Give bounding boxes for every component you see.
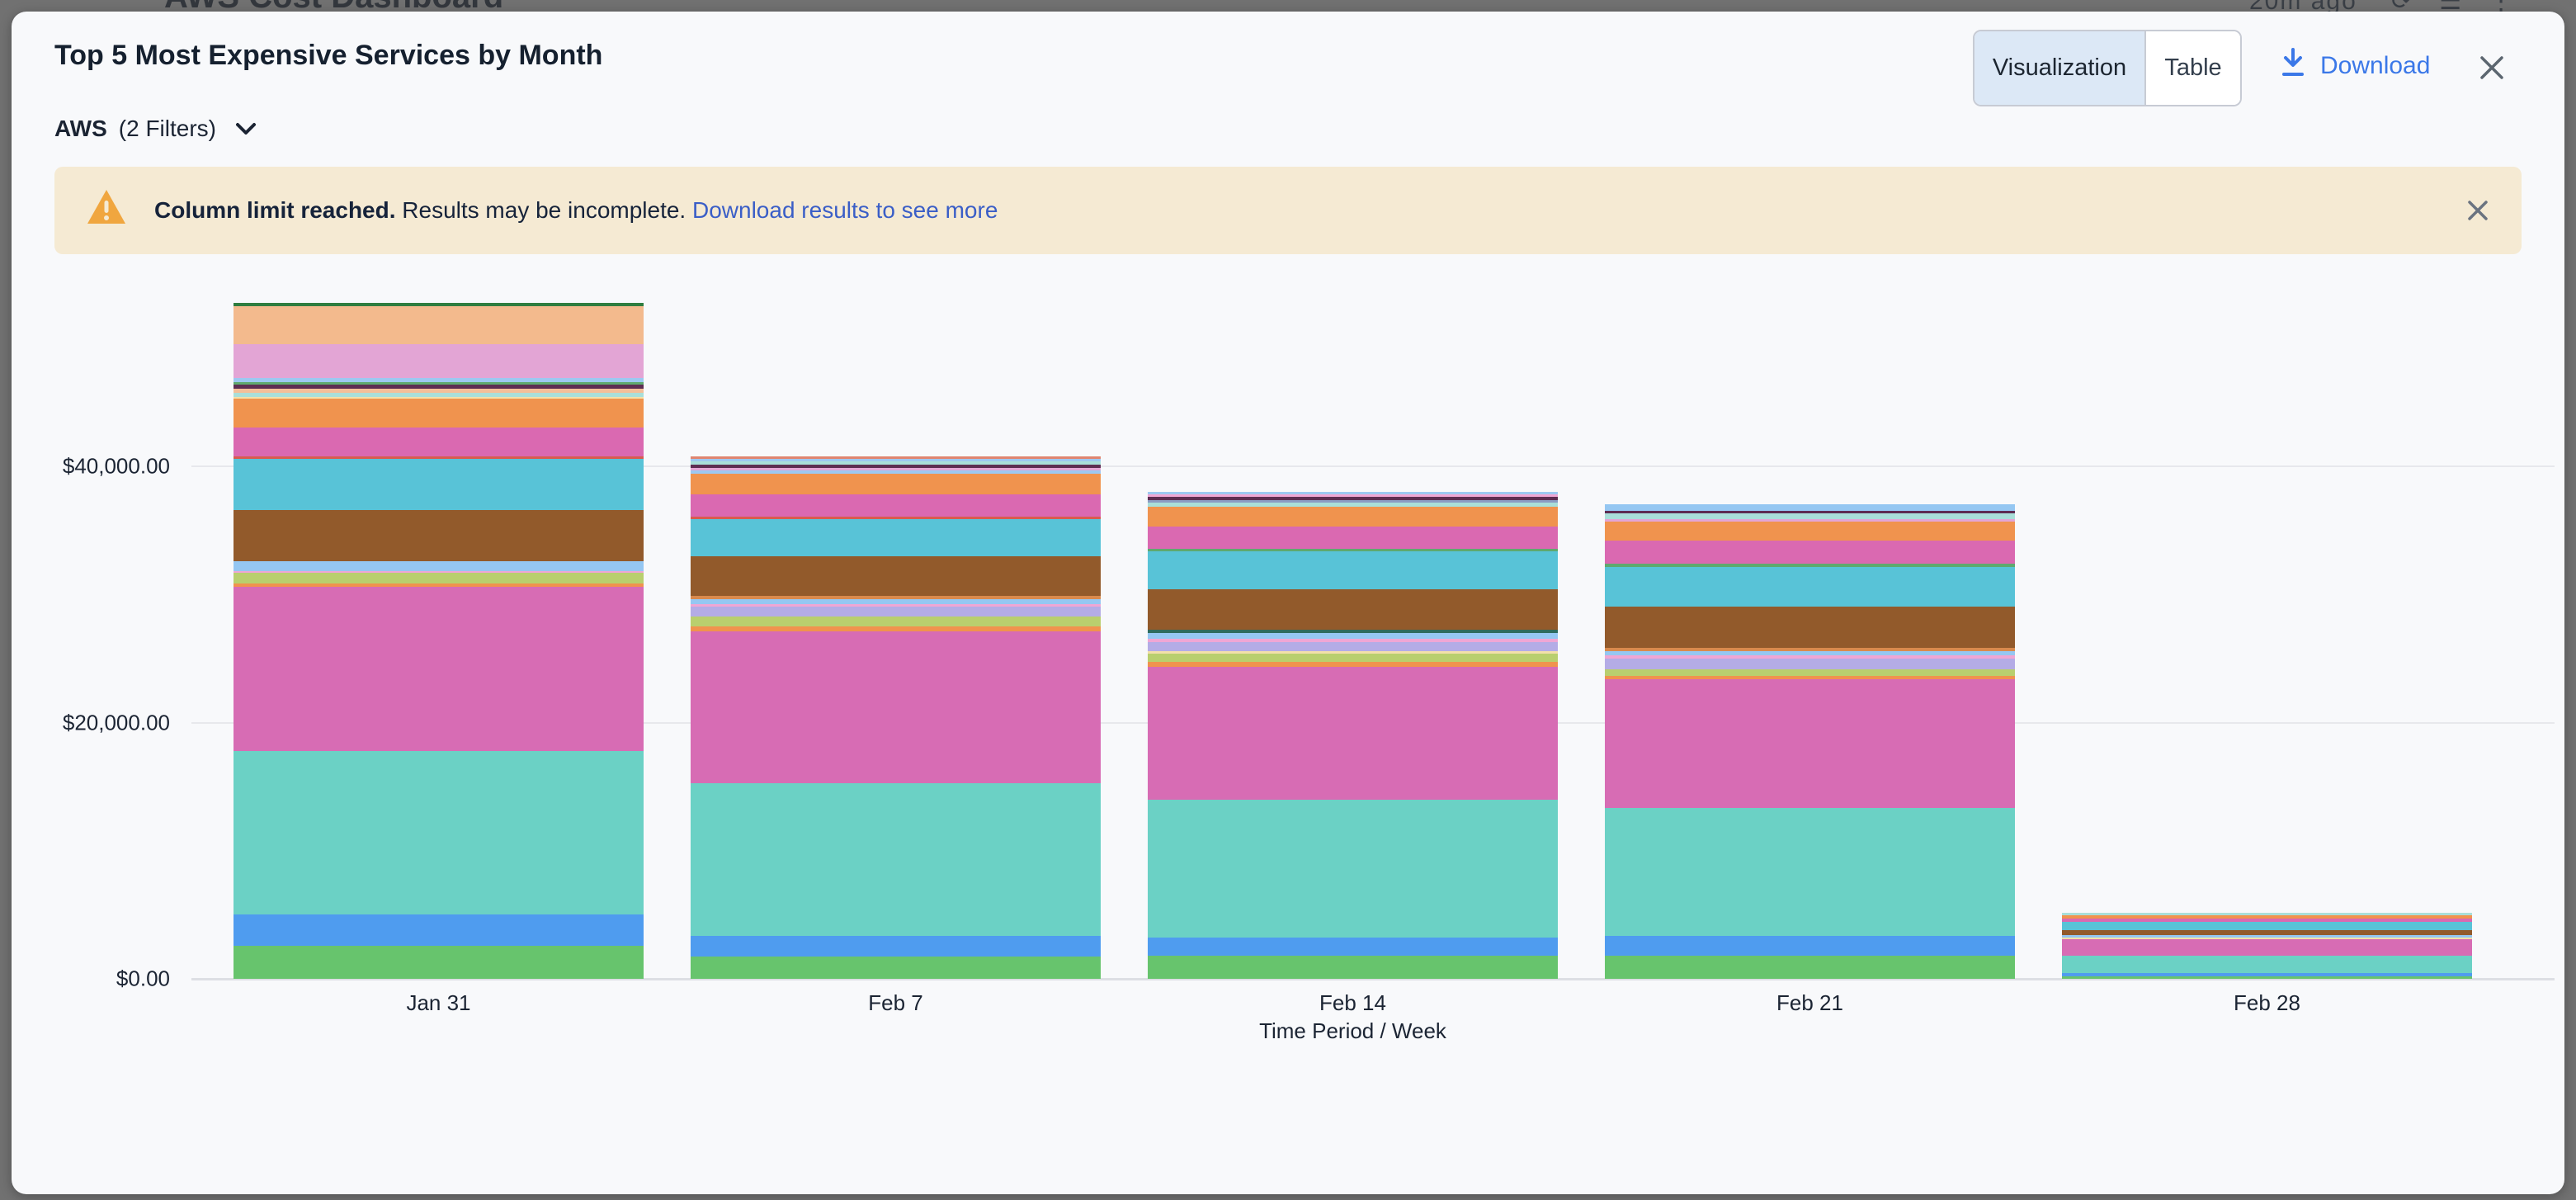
column-limit-warning-banner: Column limit reached. Results may be inc… [54, 167, 2522, 254]
bar-segment[interactable] [691, 474, 1101, 494]
download-label: Download [2320, 52, 2430, 80]
bar-segment[interactable] [1148, 642, 1558, 651]
bar-segment[interactable] [234, 751, 644, 914]
bar-segment[interactable] [691, 494, 1101, 517]
bar-segment[interactable] [691, 631, 1101, 783]
bar-jan-31[interactable] [234, 303, 644, 979]
chevron-down-icon [233, 118, 259, 144]
bar-segment[interactable] [234, 344, 644, 378]
bar-segment[interactable] [234, 946, 644, 979]
filter-dropdown[interactable]: AWS (2 Filters) [54, 112, 259, 145]
backdrop-dashboard-title: AWS Cost Dashboard [164, 0, 503, 12]
warning-bold-text: Column limit reached. [154, 197, 396, 224]
bar-segment[interactable] [1605, 679, 2015, 808]
bar-segment[interactable] [1148, 956, 1558, 979]
y-tick-label: $40,000.00 [30, 454, 170, 480]
bar-segment[interactable] [691, 607, 1101, 617]
bar-segment[interactable] [691, 936, 1101, 957]
bar-segment[interactable] [691, 957, 1101, 979]
bar-segment[interactable] [1605, 522, 2015, 541]
bar-feb-28[interactable] [2062, 913, 2472, 979]
warning-message: Column limit reached. Results may be inc… [154, 167, 998, 254]
backdrop-updated-text: 20m ago [2249, 0, 2357, 12]
bar-segment[interactable] [2062, 956, 2472, 973]
bar-segment[interactable] [1148, 507, 1558, 527]
page-title: Top 5 Most Expensive Services by Month [54, 40, 602, 72]
y-tick-label: $20,000.00 [30, 710, 170, 735]
tab-visualization[interactable]: Visualization [1974, 31, 2146, 105]
bar-segment[interactable] [1148, 589, 1558, 630]
x-tick-label: Feb 7 [772, 990, 1020, 1016]
download-icon [2279, 47, 2307, 85]
backdrop-toolbar-fragment: 20m ago ⟳ ☰ ⋮ [2249, 0, 2515, 12]
warning-regular-text: Results may be incomplete. [396, 197, 693, 224]
bar-segment[interactable] [234, 587, 644, 751]
bar-segment[interactable] [1148, 938, 1558, 956]
bar-segment[interactable] [234, 561, 644, 571]
bar-feb-7[interactable] [691, 456, 1101, 979]
bar-segment[interactable] [1605, 513, 2015, 519]
bar-segment[interactable] [234, 306, 644, 344]
bar-segment[interactable] [1148, 633, 1558, 639]
bar-segment[interactable] [234, 510, 644, 561]
x-tick-label: Feb 28 [2144, 990, 2391, 1016]
x-tick-label: Feb 21 [1687, 990, 1934, 1016]
bar-segment[interactable] [1148, 551, 1558, 589]
bar-segment[interactable] [1605, 567, 2015, 607]
bar-segment[interactable] [1148, 800, 1558, 938]
modal-close-icon[interactable] [2475, 51, 2508, 84]
x-tick-label: Jan 31 [315, 990, 563, 1016]
download-results-link[interactable]: Download results to see more [692, 197, 998, 224]
bar-segment[interactable] [1605, 936, 2015, 956]
bar-segment[interactable] [691, 617, 1101, 626]
download-button[interactable]: Download [2279, 41, 2430, 91]
warning-triangle-icon [86, 188, 127, 230]
bar-segment[interactable] [234, 399, 644, 428]
x-tick-label: Feb 14 [1229, 990, 1477, 1016]
tab-table[interactable]: Table [2146, 31, 2240, 105]
banner-close-icon[interactable] [2464, 196, 2492, 224]
bar-segment[interactable] [1148, 527, 1558, 549]
bar-segment[interactable] [1605, 956, 2015, 979]
x-axis-title: Time Period / Week [1259, 1018, 1446, 1044]
bar-segment[interactable] [691, 519, 1101, 556]
bar-segment[interactable] [691, 556, 1101, 596]
bar-segment[interactable] [1605, 669, 2015, 676]
bar-segment[interactable] [2062, 976, 2472, 979]
filter-count-label: (2 Filters) [119, 116, 216, 142]
bar-feb-14[interactable] [1148, 492, 1558, 979]
bar-segment[interactable] [234, 914, 644, 946]
bar-segment[interactable] [234, 573, 644, 583]
view-toggle: Visualization Table [1973, 30, 2242, 106]
bar-segment[interactable] [691, 783, 1101, 936]
bar-segment[interactable] [1605, 808, 2015, 936]
bar-segment[interactable] [2062, 939, 2472, 956]
bar-segment[interactable] [1605, 504, 2015, 511]
bar-segment[interactable] [1605, 607, 2015, 648]
backdrop-strip: AWS Cost Dashboard 20m ago ⟳ ☰ ⋮ [0, 0, 2576, 12]
bar-segment[interactable] [1605, 659, 2015, 669]
bar-segment[interactable] [2062, 922, 2472, 930]
bar-segment[interactable] [1605, 541, 2015, 564]
bar-segment[interactable] [234, 428, 644, 456]
bar-segment[interactable] [234, 459, 644, 510]
bar-feb-21[interactable] [1605, 504, 2015, 979]
bar-segment[interactable] [1148, 654, 1558, 662]
y-tick-label: $0.00 [30, 966, 170, 992]
bar-segment[interactable] [1148, 667, 1558, 800]
filter-source-label: AWS [54, 116, 107, 142]
